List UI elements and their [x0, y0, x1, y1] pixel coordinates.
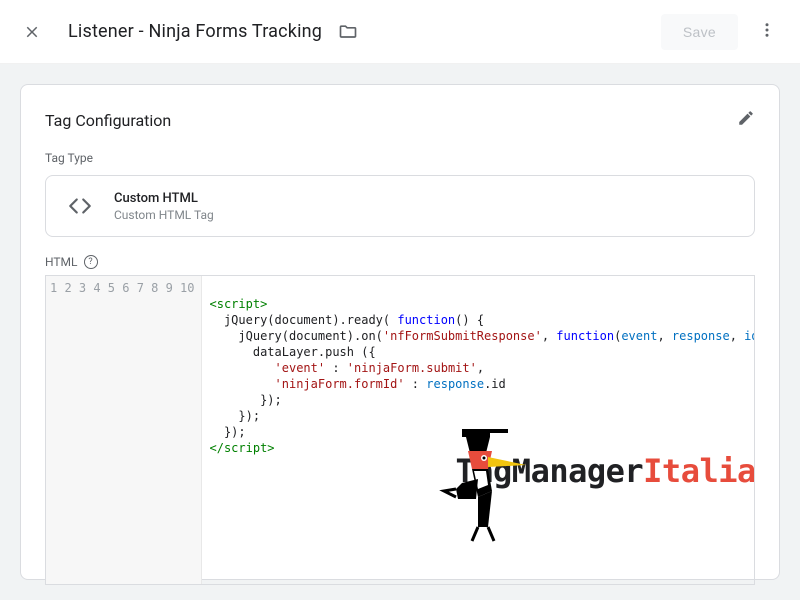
code-icon — [64, 190, 96, 222]
topbar: Listener - Ninja Forms Tracking Save — [0, 0, 800, 64]
html-editor[interactable]: 1 2 3 4 5 6 7 8 9 10 <script> jQuery(doc… — [45, 275, 755, 585]
editor-gutter: 1 2 3 4 5 6 7 8 9 10 — [46, 276, 202, 584]
folder-icon[interactable] — [338, 22, 358, 42]
close-icon — [23, 23, 41, 41]
pencil-icon — [737, 109, 755, 127]
watermark-logo: TagManagerItalia — [352, 411, 755, 531]
woodpecker-icon — [352, 411, 462, 531]
save-button[interactable]: Save — [661, 14, 738, 50]
html-field-label: HTML — [45, 255, 78, 269]
edit-button[interactable] — [737, 109, 755, 131]
help-icon[interactable]: ? — [84, 255, 98, 269]
tag-type-label: Tag Type — [45, 151, 755, 165]
card-title: Tag Configuration — [45, 111, 171, 130]
tag-type-selector[interactable]: Custom HTML Custom HTML Tag — [45, 175, 755, 237]
editor-code[interactable]: <script> jQuery(document).ready( functio… — [202, 276, 755, 584]
more-vert-icon — [758, 21, 776, 39]
tag-type-name: Custom HTML — [114, 191, 214, 206]
stage: Tag Configuration Tag Type Custom HTML C… — [0, 64, 800, 600]
tag-config-card: Tag Configuration Tag Type Custom HTML C… — [20, 84, 780, 580]
close-button[interactable] — [20, 20, 44, 44]
more-menu-button[interactable] — [754, 17, 780, 47]
page-title[interactable]: Listener - Ninja Forms Tracking — [68, 21, 322, 42]
tag-type-subtitle: Custom HTML Tag — [114, 208, 214, 222]
